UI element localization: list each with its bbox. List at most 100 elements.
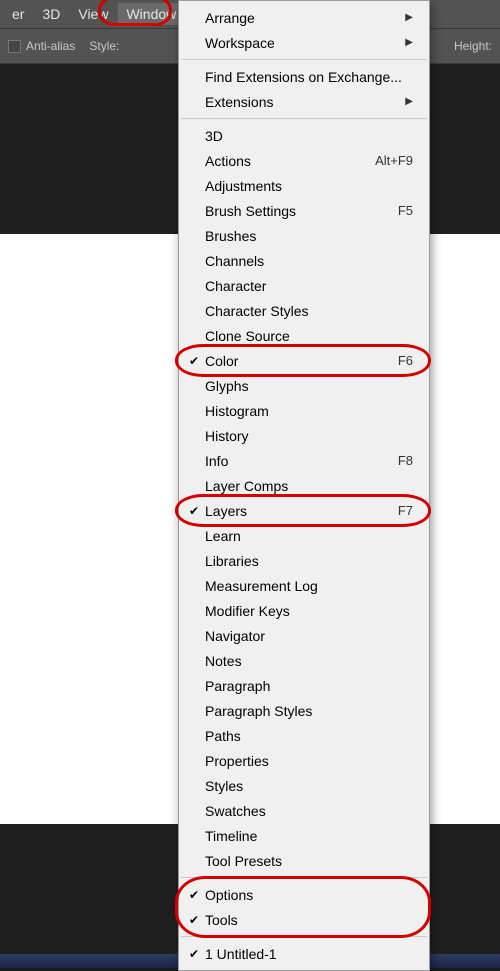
menu-item-label: Layer Comps [203,478,413,494]
menu-item-navigator[interactable]: Navigator [179,623,429,648]
menu-item-learn[interactable]: Learn [179,523,429,548]
menu-item-label: Arrange [203,10,405,26]
menubar-item-window[interactable]: Window [118,3,184,25]
anti-alias-label: Anti-alias [26,39,75,53]
menu-item-label: 3D [203,128,413,144]
height-label: Height: [454,39,492,53]
menu-item-timeline[interactable]: Timeline [179,823,429,848]
menu-item-character-styles[interactable]: Character Styles [179,298,429,323]
checkmark-icon: ✔ [185,947,203,961]
menu-item-label: 1 Untitled-1 [203,946,413,962]
menu-item-brushes[interactable]: Brushes [179,223,429,248]
menu-item-label: History [203,428,413,444]
menu-separator [181,118,427,119]
menu-item-label: Styles [203,778,413,794]
menubar-item-view[interactable]: View [70,3,116,25]
menu-item-styles[interactable]: Styles [179,773,429,798]
checkmark-icon: ✔ [185,504,203,518]
menu-item-layers[interactable]: ✔LayersF7 [179,498,429,523]
menu-separator [181,936,427,937]
menu-item-adjustments[interactable]: Adjustments [179,173,429,198]
menu-item-glyphs[interactable]: Glyphs [179,373,429,398]
menu-item-label: Properties [203,753,413,769]
menu-item-label: Glyphs [203,378,413,394]
menu-item-label: Paragraph Styles [203,703,413,719]
menu-item-tools[interactable]: ✔Tools [179,907,429,932]
menu-item-tool-presets[interactable]: Tool Presets [179,848,429,873]
menu-item-label: Learn [203,528,413,544]
menu-item-label: Histogram [203,403,413,419]
menu-shortcut: F8 [398,453,413,468]
menu-item-paragraph[interactable]: Paragraph [179,673,429,698]
menu-item-measurement-log[interactable]: Measurement Log [179,573,429,598]
menu-item-label: Modifier Keys [203,603,413,619]
menu-item-actions[interactable]: ActionsAlt+F9 [179,148,429,173]
menu-item-notes[interactable]: Notes [179,648,429,673]
menu-item-label: Workspace [203,35,405,51]
menu-item-label: Tools [203,912,413,928]
submenu-arrow-icon: ▶ [405,96,413,107]
menu-item-history[interactable]: History [179,423,429,448]
menu-item-paragraph-styles[interactable]: Paragraph Styles [179,698,429,723]
menu-item-modifier-keys[interactable]: Modifier Keys [179,598,429,623]
menu-item-color[interactable]: ✔ColorF6 [179,348,429,373]
menu-item-layer-comps[interactable]: Layer Comps [179,473,429,498]
menubar-item-er[interactable]: er [4,3,32,25]
menu-item-label: Channels [203,253,413,269]
menu-item-brush-settings[interactable]: Brush SettingsF5 [179,198,429,223]
menu-item-options[interactable]: ✔Options [179,882,429,907]
menu-item-label: Actions [203,153,375,169]
menu-item-label: Character [203,278,413,294]
menu-item-label: Adjustments [203,178,413,194]
menu-item-1-untitled-1[interactable]: ✔1 Untitled-1 [179,941,429,966]
menu-item-label: Notes [203,653,413,669]
menu-item-histogram[interactable]: Histogram [179,398,429,423]
menu-item-label: Info [203,453,398,469]
menu-item-properties[interactable]: Properties [179,748,429,773]
style-label: Style: [89,39,119,53]
menu-item-channels[interactable]: Channels [179,248,429,273]
menu-separator [181,877,427,878]
menu-item-workspace[interactable]: Workspace▶ [179,30,429,55]
menu-item-label: Options [203,887,413,903]
checkbox-box-icon [8,40,21,53]
menu-item-label: Extensions [203,94,405,110]
menu-shortcut: F6 [398,353,413,368]
menu-item-paths[interactable]: Paths [179,723,429,748]
menu-item-character[interactable]: Character [179,273,429,298]
menu-item-label: Brushes [203,228,413,244]
menu-shortcut: F7 [398,503,413,518]
menu-item-label: Paragraph [203,678,413,694]
menu-item-label: Character Styles [203,303,413,319]
menu-separator [181,59,427,60]
menu-item-label: Tool Presets [203,853,413,869]
checkmark-icon: ✔ [185,913,203,927]
checkmark-icon: ✔ [185,354,203,368]
menu-item-label: Timeline [203,828,413,844]
menu-item-label: Find Extensions on Exchange... [203,69,413,85]
menu-item-3d[interactable]: 3D [179,123,429,148]
menu-item-libraries[interactable]: Libraries [179,548,429,573]
menu-item-find-extensions-on-exchange[interactable]: Find Extensions on Exchange... [179,64,429,89]
menu-item-label: Measurement Log [203,578,413,594]
menu-item-arrange[interactable]: Arrange▶ [179,5,429,30]
menu-item-label: Navigator [203,628,413,644]
menu-item-label: Paths [203,728,413,744]
menu-item-label: Color [203,353,398,369]
checkmark-icon: ✔ [185,888,203,902]
anti-alias-checkbox[interactable]: Anti-alias [8,39,75,53]
style-field[interactable]: Style: [89,39,119,53]
menu-item-info[interactable]: InfoF8 [179,448,429,473]
menu-item-label: Clone Source [203,328,413,344]
window-menu: Arrange▶Workspace▶Find Extensions on Exc… [178,0,430,971]
menubar-item-3d[interactable]: 3D [34,3,68,25]
menu-item-label: Libraries [203,553,413,569]
submenu-arrow-icon: ▶ [405,37,413,48]
menu-shortcut: F5 [398,203,413,218]
menu-item-label: Layers [203,503,398,519]
menu-item-clone-source[interactable]: Clone Source [179,323,429,348]
menu-item-swatches[interactable]: Swatches [179,798,429,823]
menu-item-label: Swatches [203,803,413,819]
menu-item-label: Brush Settings [203,203,398,219]
menu-item-extensions[interactable]: Extensions▶ [179,89,429,114]
